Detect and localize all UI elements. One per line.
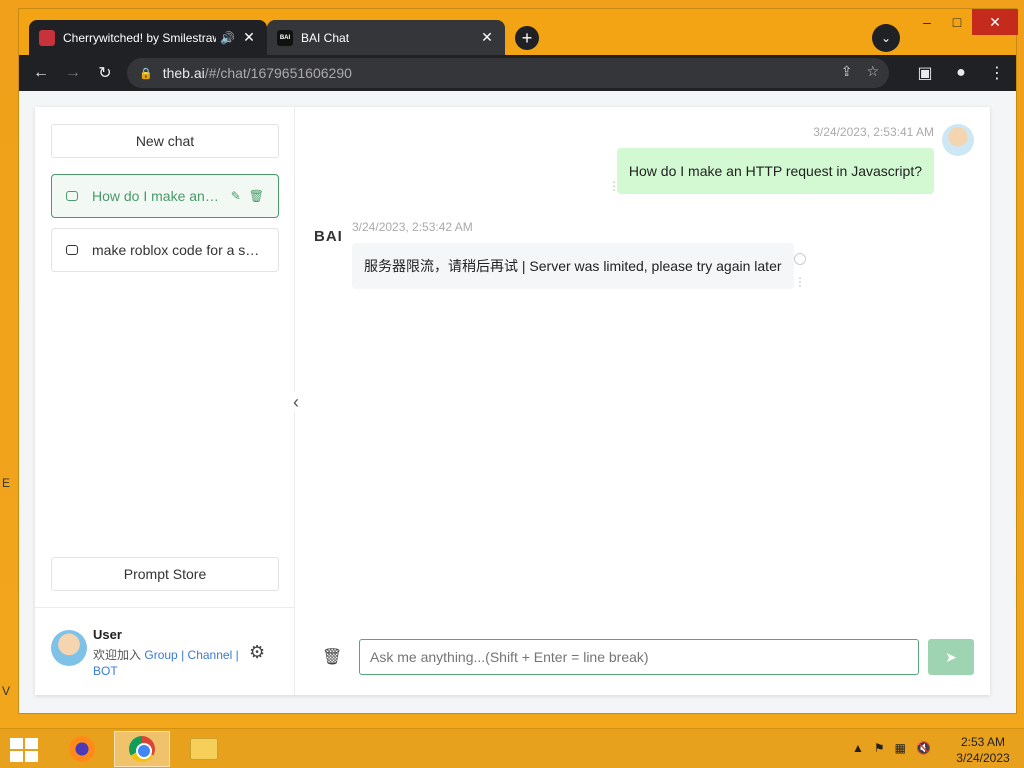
close-tab-icon[interactable]: ✕ [241, 29, 257, 46]
sidebar: New chat How do I make an HTTP request i… [35, 107, 295, 695]
speaker-icon[interactable]: 🔊 [220, 31, 235, 45]
new-chat-button[interactable]: New chat [51, 124, 279, 158]
close-tab-icon[interactable]: ✕ [479, 29, 495, 46]
volume-muted-icon[interactable]: 🔇 [916, 741, 931, 755]
edit-icon[interactable]: ✎ [231, 189, 241, 203]
conversation-item[interactable]: make roblox code for a spinning part [51, 228, 279, 272]
maximize-button[interactable]: □ [942, 9, 972, 35]
url-path: /#/chat/1679651606290 [204, 65, 352, 81]
reload-button[interactable]: ↻ [89, 57, 121, 89]
tab-title: Cherrywitched! by Smilestraw [63, 30, 217, 45]
tab-bai-chat[interactable]: BAI BAI Chat ✕ [267, 20, 505, 55]
conversation-item[interactable]: How do I make an HTTP request in Javascr… [51, 174, 279, 218]
taskbar-chrome[interactable] [114, 731, 170, 767]
desktop-edge-letter: E [2, 476, 11, 490]
chat-app: New chat How do I make an HTTP request i… [35, 107, 990, 695]
chat-bubble-icon [66, 191, 78, 201]
browser-window: Cherrywitched! by Smilestraw 🔊 ✕ BAI BAI… [18, 8, 1018, 714]
folder-icon [190, 738, 218, 760]
tab-search-button[interactable]: ⌄ [872, 24, 900, 52]
action-center-flag-icon[interactable]: ⚑ [874, 741, 885, 755]
chat-input[interactable] [359, 639, 919, 675]
conversation-title: make roblox code for a spinning part [92, 242, 264, 258]
user-panel: User 欢迎加入 Group | Channel | BOT ⚙ [35, 607, 295, 695]
side-panel-icon[interactable]: ▣ [909, 57, 941, 89]
clock-date: 3/24/2023 [956, 751, 1010, 765]
send-button[interactable]: ➤ [928, 639, 974, 675]
user-message: How do I make an HTTP request in Javascr… [616, 148, 934, 194]
user-avatar [51, 630, 87, 666]
network-icon[interactable]: ▦ [895, 741, 906, 755]
taskbar-file-explorer[interactable] [176, 731, 232, 767]
user-welcome-line: 欢迎加入 Group | Channel | BOT [93, 647, 243, 679]
user-avatar [942, 124, 974, 156]
close-window-button[interactable]: ✕ [972, 9, 1018, 35]
tab-title: BAI Chat [301, 30, 350, 45]
taskbar: ▲ ⚑ ▦ 🔇 2:53 AM 3/24/2023 [0, 728, 1024, 768]
taskbar-clock[interactable]: 2:53 AM 3/24/2023 [948, 734, 1018, 766]
lock-icon: 🔒 [139, 67, 153, 80]
web-page: New chat How do I make an HTTP request i… [19, 91, 1016, 713]
back-button[interactable]: ← [25, 57, 57, 89]
bot-link[interactable]: BOT [93, 664, 118, 678]
share-icon[interactable]: ⇪ [841, 63, 853, 80]
system-tray: ▲ ⚑ ▦ 🔇 [852, 741, 931, 755]
message-timestamp: 3/24/2023, 2:53:42 AM [352, 220, 473, 234]
firefox-icon [69, 736, 95, 762]
windows-start-icon[interactable] [10, 738, 38, 762]
link-separator: | [235, 648, 239, 662]
message-more-icon[interactable]: ⋮ [794, 275, 806, 289]
new-tab-button[interactable]: + [515, 26, 539, 50]
settings-gear-icon[interactable]: ⚙ [249, 642, 265, 663]
link-separator: | [181, 648, 185, 662]
chrome-menu-icon[interactable]: ⋮ [981, 57, 1013, 89]
prompt-store-button[interactable]: Prompt Store [51, 557, 279, 591]
bai-logo: BAI [314, 228, 343, 245]
chat-bubble-icon [66, 245, 78, 255]
tab-strip: Cherrywitched! by Smilestraw 🔊 ✕ BAI BAI… [19, 9, 1018, 55]
tab-favicon: BAI [277, 29, 293, 46]
loading-spinner-icon [794, 253, 806, 265]
channel-link[interactable]: Channel [188, 648, 233, 662]
clock-time: 2:53 AM [960, 735, 1006, 749]
tab-cherrywitched[interactable]: Cherrywitched! by Smilestraw 🔊 ✕ [29, 20, 267, 55]
taskbar-firefox[interactable] [54, 731, 110, 767]
delete-icon[interactable]: 🗑 [249, 189, 264, 203]
group-link[interactable]: Group [144, 648, 177, 662]
forward-button[interactable]: → [57, 57, 89, 89]
browser-toolbar: ← → ↻ 🔒 theb.ai/#/chat/1679651606290 ⇪ ☆… [19, 55, 1016, 91]
chat-area: 3/24/2023, 2:53:41 AM How do I make an H… [296, 107, 990, 695]
clear-chat-trash-icon[interactable]: 🗑 [322, 647, 342, 667]
desktop-edge-letter: V [2, 684, 11, 698]
tab-favicon [39, 29, 55, 46]
bot-message: 服务器限流，请稍后再试 | Server was limited, please… [352, 243, 794, 289]
tray-overflow-icon[interactable]: ▲ [852, 741, 864, 755]
chrome-icon [129, 736, 155, 762]
user-name: User [93, 627, 122, 642]
minimize-button[interactable]: – [912, 9, 942, 35]
url-host: theb.ai [162, 65, 205, 81]
welcome-text: 欢迎加入 [93, 648, 142, 662]
bookmark-star-icon[interactable]: ☆ [866, 63, 879, 80]
address-bar[interactable]: 🔒 theb.ai/#/chat/1679651606290 ⇪ ☆ [127, 58, 889, 88]
profile-icon[interactable]: ● [945, 57, 977, 89]
conversation-title: How do I make an HTTP request in Javascr… [92, 188, 223, 204]
message-more-icon[interactable]: ⋮ [608, 179, 620, 193]
message-timestamp: 3/24/2023, 2:53:41 AM [813, 125, 934, 139]
